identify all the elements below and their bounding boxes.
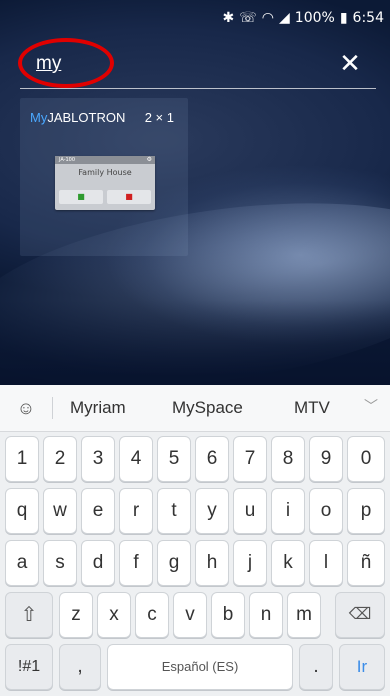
signal-icon: ◢ xyxy=(279,10,290,26)
key-s[interactable]: s xyxy=(43,540,77,586)
suggestion-divider xyxy=(52,397,53,419)
key-r[interactable]: r xyxy=(119,488,153,534)
unlock-icon: ■ xyxy=(59,190,103,204)
widget-result-myjablotron[interactable]: MyJABLOTRON 2 × 1 JA-100 ⚙ Family House … xyxy=(20,98,188,256)
key-6[interactable]: 6 xyxy=(195,436,229,482)
lock-icon: ■ xyxy=(107,190,151,204)
key-p[interactable]: p xyxy=(347,488,385,534)
key-m[interactable]: m xyxy=(287,592,321,638)
status-icons: ✱ ☏ ◠ ◢ 100% ▮ 6:54 xyxy=(223,10,384,26)
key-7[interactable]: 7 xyxy=(233,436,267,482)
key-c[interactable]: c xyxy=(135,592,169,638)
battery-level: 100% xyxy=(294,10,335,26)
shift-icon[interactable]: ⇧ xyxy=(5,592,53,638)
key-5[interactable]: 5 xyxy=(157,436,191,482)
key-z[interactable]: z xyxy=(59,592,93,638)
go-key[interactable]: Ir xyxy=(339,644,385,690)
key-j[interactable]: j xyxy=(233,540,267,586)
key-y[interactable]: y xyxy=(195,488,229,534)
wifi-icon: ◠ xyxy=(261,10,275,26)
key-f[interactable]: f xyxy=(119,540,153,586)
key-v[interactable]: v xyxy=(173,592,207,638)
key-o[interactable]: o xyxy=(309,488,343,534)
widget-title-match: My xyxy=(30,110,48,125)
key-0[interactable]: 0 xyxy=(347,436,385,482)
preview-header: JA-100 xyxy=(55,156,155,164)
key-e[interactable]: e xyxy=(81,488,115,534)
suggestion-2[interactable]: MySpace xyxy=(172,398,243,418)
emoji-icon[interactable]: ☺ xyxy=(14,396,38,420)
widget-title: MyJABLOTRON xyxy=(30,110,125,125)
key-l[interactable]: l xyxy=(309,540,343,586)
battery-icon: ▮ xyxy=(339,10,348,26)
key-h[interactable]: h xyxy=(195,540,229,586)
comma-key[interactable]: , xyxy=(59,644,101,690)
key-2[interactable]: 2 xyxy=(43,436,77,482)
key-t[interactable]: t xyxy=(157,488,191,534)
key-1[interactable]: 1 xyxy=(5,436,39,482)
widget-size: 2 × 1 xyxy=(144,110,174,125)
bluetooth-icon: ✱ xyxy=(222,10,235,26)
key-w[interactable]: w xyxy=(43,488,77,534)
key-i[interactable]: i xyxy=(271,488,305,534)
key-q[interactable]: q xyxy=(5,488,39,534)
key-u[interactable]: u xyxy=(233,488,267,534)
suggestion-1[interactable]: Myriam xyxy=(70,398,126,418)
annotation-circle xyxy=(18,38,114,88)
key-n-tilde[interactable]: ñ xyxy=(347,540,385,586)
key-b[interactable]: b xyxy=(211,592,245,638)
widget-preview: JA-100 ⚙ Family House ■ ■ xyxy=(55,156,155,210)
key-4[interactable]: 4 xyxy=(119,436,153,482)
preview-house-name: Family House xyxy=(78,168,132,177)
widget-title-rest: JABLOTRON xyxy=(47,110,126,125)
key-8[interactable]: 8 xyxy=(271,436,305,482)
key-9[interactable]: 9 xyxy=(309,436,343,482)
clock-time: 6:54 xyxy=(352,10,384,26)
vibrate-icon: ☏ xyxy=(239,10,257,26)
key-a[interactable]: a xyxy=(5,540,39,586)
status-bar: ✱ ☏ ◠ ◢ 100% ▮ 6:54 xyxy=(0,0,390,36)
chevron-down-icon[interactable]: ﹀ xyxy=(364,396,378,416)
close-icon[interactable]: ✕ xyxy=(338,51,362,77)
key-d[interactable]: d xyxy=(81,540,115,586)
suggestion-3[interactable]: MTV xyxy=(294,398,330,418)
space-bar[interactable]: Español (ES) xyxy=(107,644,293,690)
key-g[interactable]: g xyxy=(157,540,191,586)
symbols-key[interactable]: !#1 xyxy=(5,644,53,690)
search-underline xyxy=(20,88,376,89)
backspace-icon[interactable]: ⌫ xyxy=(335,592,385,638)
keyboard: ☺ Myriam MySpace MTV ﹀ 1 2 3 4 5 6 7 8 9… xyxy=(0,385,390,696)
key-n[interactable]: n xyxy=(249,592,283,638)
key-3[interactable]: 3 xyxy=(81,436,115,482)
period-key[interactable]: . xyxy=(299,644,333,690)
key-x[interactable]: x xyxy=(97,592,131,638)
gear-icon: ⚙ xyxy=(146,156,152,163)
wallpaper-shade xyxy=(0,300,390,385)
suggestion-bar: ☺ Myriam MySpace MTV ﹀ xyxy=(0,385,390,432)
key-k[interactable]: k xyxy=(271,540,305,586)
